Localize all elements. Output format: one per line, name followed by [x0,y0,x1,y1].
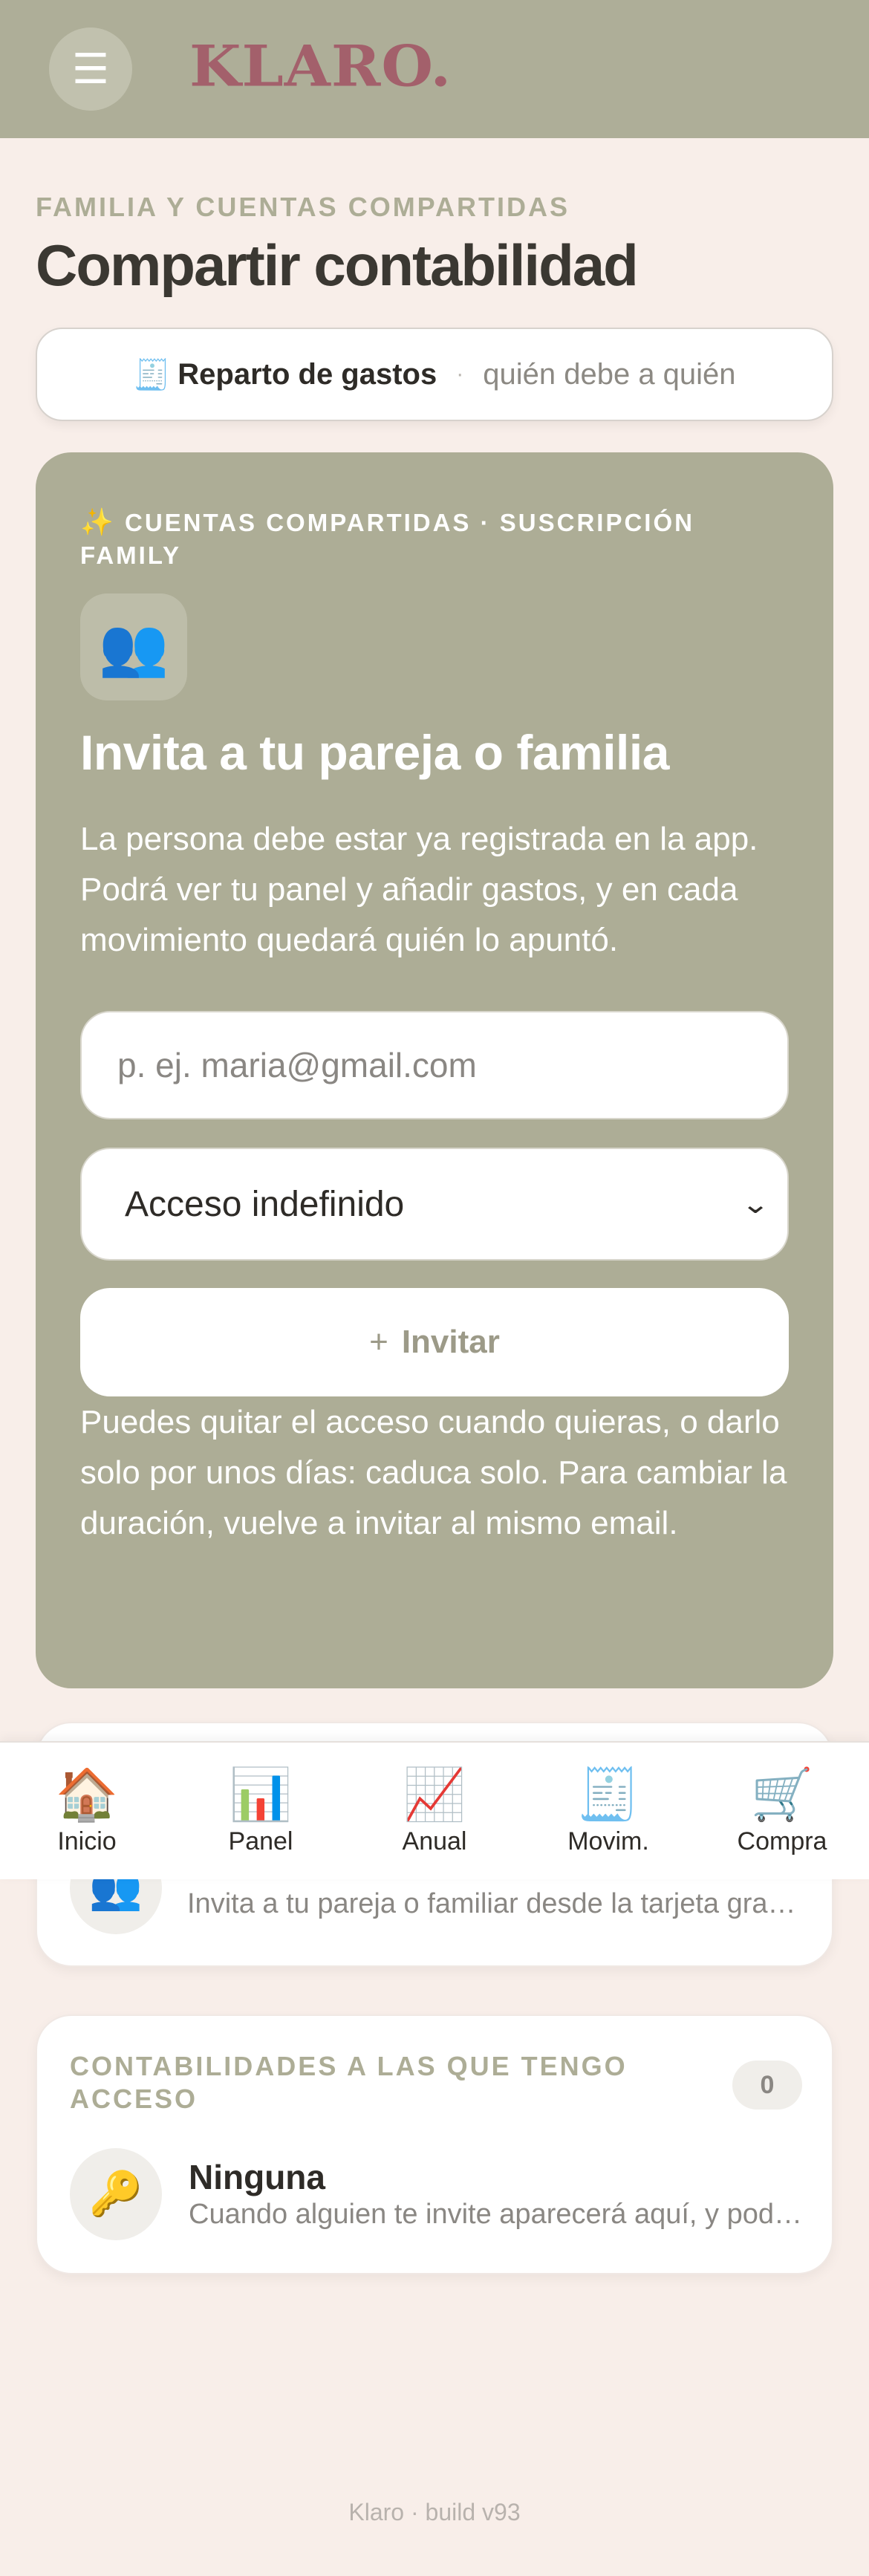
shared-access-title: Ninguna [189,2158,325,2196]
app-logo[interactable]: KLARO. [189,33,452,99]
segment-separator: · [456,362,464,386]
bottom-nav: 🏠 Inicio 📊 Panel 📈 Anual 🧾 Movim. 🛒 Comp… [0,1741,869,1879]
access-duration-value: Acceso indefinido [125,1184,405,1224]
receipt-icon: 🧾 [133,358,171,391]
people-icon: 👥 [80,593,187,700]
tab-reparto-gastos[interactable]: 🧾 Reparto de gastos [133,357,437,392]
invite-heading: Invita a tu pareja o familia [80,725,669,780]
receipt-icon: 🧾 [576,1766,640,1823]
top-bar: ☰ KLARO. [0,0,869,138]
plus-icon: + [369,1324,388,1360]
email-field[interactable] [80,1011,789,1119]
home-icon: 🏠 [55,1766,119,1823]
tab-reparto-gastos-label: Reparto de gastos [178,357,437,391]
invite-card: ✨ CUENTAS COMPARTIDAS · SUSCRIPCIÓN FAMI… [36,452,833,1688]
nav-item-panel[interactable]: 📊 Panel [174,1766,348,1856]
access-duration-select[interactable]: Acceso indefinido ⌄ [80,1148,789,1261]
key-icon: 🔑 [70,2148,162,2240]
page-title: Compartir contabilidad [36,232,639,298]
nav-item-movimientos[interactable]: 🧾 Movim. [521,1766,695,1856]
nav-label-compra: Compra [737,1827,827,1855]
build-version: Klaro · build v93 [348,2499,521,2525]
shared-access-subtitle: Cuando alguien te invite aparecerá aquí,… [189,2199,805,2230]
sparkles-icon: ✨ [80,507,116,537]
nav-item-inicio[interactable]: 🏠 Inicio [0,1766,174,1856]
page-kicker: FAMILIA Y CUENTAS COMPARTIDAS [36,192,570,222]
nav-label-movimientos: Movim. [567,1827,649,1855]
cart-icon: 🛒 [750,1766,814,1823]
tab-quien-debe[interactable]: quién debe a quién [483,358,735,391]
trend-chart-icon: 📈 [403,1766,466,1823]
mode-switch: 🧾 Reparto de gastos · quién debe a quién [36,328,833,421]
shared-access-card: CONTABILIDADES A LAS QUE TENGO ACCESO 0 … [36,2014,833,2274]
menu-button[interactable]: ☰ [49,27,132,111]
members-empty-subtitle: Invita a tu pareja o familiar desde la t… [187,1888,804,1919]
nav-label-anual: Anual [402,1827,467,1855]
nav-item-compra[interactable]: 🛒 Compra [695,1766,869,1856]
invite-card-kicker: ✨ CUENTAS COMPARTIDAS · SUSCRIPCIÓN FAMI… [80,506,749,572]
count-badge: 0 [732,2061,802,2110]
shared-access-kicker: CONTABILIDADES A LAS QUE TENGO ACCESO [70,2051,628,2114]
invite-card-kicker-text: CUENTAS COMPARTIDAS · SUSCRIPCIÓN FAMILY [80,509,694,569]
hamburger-icon: ☰ [71,45,110,92]
invite-description: La persona debe estar ya registrada en l… [80,821,758,958]
invite-help-text: Puedes quitar el acceso cuando quieras, … [80,1404,787,1541]
nav-label-panel: Panel [228,1827,293,1855]
chevron-down-icon: ⌄ [741,1188,770,1219]
bar-chart-icon: 📊 [229,1766,293,1823]
invite-button-label: Invitar [401,1324,500,1360]
nav-item-anual[interactable]: 📈 Anual [348,1766,521,1856]
invite-button[interactable]: + Invitar [80,1288,789,1396]
nav-label-inicio: Inicio [57,1827,117,1855]
